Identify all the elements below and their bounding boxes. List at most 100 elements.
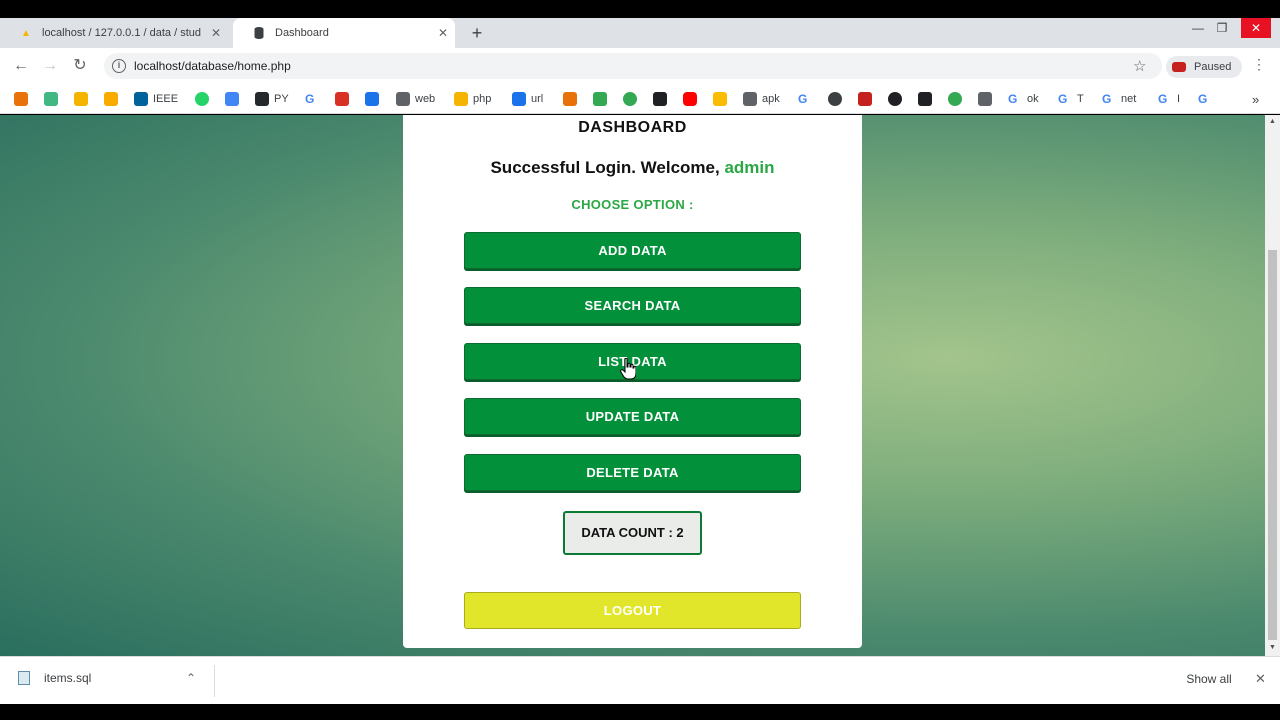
ieee-logo-icon (134, 92, 148, 106)
chevron-up-icon[interactable]: ⌃ (186, 671, 196, 685)
bookmark-item[interactable]: G (798, 90, 817, 108)
gamepad-icon (743, 92, 757, 106)
bookmark-item[interactable]: G (305, 90, 324, 108)
bookmark-item[interactable] (593, 90, 612, 108)
bookmark-item[interactable] (44, 90, 63, 108)
bookmark-item[interactable] (713, 90, 732, 108)
phpmyadmin-icon: ▲ (21, 27, 31, 39)
pen-icon-icon (225, 92, 239, 106)
bookmark-item[interactable]: php (454, 90, 491, 108)
download-shelf: items.sql ⌃ Show all ✕ (0, 656, 1280, 704)
dashboard-card: DASHBOARD Successful Login. Welcome, adm… (403, 115, 862, 648)
restore-icon[interactable]: ❐ (1207, 18, 1237, 40)
bookmark-item[interactable] (888, 90, 907, 108)
bookmark-item[interactable]: Gnet (1102, 90, 1136, 108)
bookmark-star-icon[interactable]: ☆ (1133, 57, 1146, 75)
bookmark-item[interactable] (104, 90, 123, 108)
welcome-text: Successful Login. Welcome, (490, 158, 720, 177)
bookmark-item[interactable]: G (1198, 90, 1217, 108)
bookmark-item[interactable]: IEEE (134, 90, 178, 108)
scroll-down-icon[interactable]: ▼ (1268, 644, 1277, 651)
google-g-icon: G (1058, 92, 1068, 106)
scrollbar[interactable]: ▲ ▼ (1265, 115, 1280, 656)
back-icon[interactable]: ← (10, 56, 32, 78)
hand-cursor-icon (620, 358, 636, 380)
new-tab-icon[interactable]: + (466, 18, 488, 48)
bookmark-item[interactable]: url (512, 90, 543, 108)
car-icon (593, 92, 607, 106)
bookmark-item[interactable]: web (396, 90, 435, 108)
bookmark-item[interactable] (858, 90, 877, 108)
globe-dark-icon (828, 92, 842, 106)
close-window-icon[interactable]: ✕ (1241, 18, 1271, 38)
whatsapp-icon (195, 92, 209, 106)
bookmark-label: I (1177, 93, 1181, 105)
tab-title: Dashboard (275, 27, 329, 39)
menu-icon[interactable]: ⋮ (1252, 56, 1266, 73)
cl-dark-icon (918, 92, 932, 106)
scrollbar-thumb[interactable] (1268, 250, 1277, 640)
add-data-button[interactable]: ADD DATA (464, 232, 801, 269)
bookmark-item[interactable] (978, 90, 997, 108)
bookmark-item[interactable] (335, 90, 354, 108)
bookmarks-bar: IEEE PY Gweb php url apk G Gok G T Gnet G I G» (0, 84, 1280, 114)
update-data-button[interactable]: UPDATE DATA (464, 398, 801, 435)
logout-button[interactable]: LOGOUT (464, 592, 801, 629)
file-icon (18, 671, 30, 685)
bookmark-item[interactable] (14, 90, 33, 108)
download-item[interactable]: items.sql (18, 671, 91, 685)
close-icon[interactable]: ✕ (1255, 671, 1266, 687)
bookmark-label: url (531, 93, 544, 105)
bookmark-item[interactable] (653, 90, 672, 108)
bookmark-item[interactable] (623, 90, 642, 108)
bookmark-item[interactable] (683, 90, 702, 108)
close-tab-icon[interactable]: ✕ (204, 26, 228, 40)
bookmark-item[interactable] (74, 90, 93, 108)
delete-data-button[interactable]: DELETE DATA (464, 454, 801, 491)
bookmark-item[interactable]: PY (255, 90, 289, 108)
bookmark-item[interactable]: GI (1158, 90, 1180, 108)
scroll-up-icon[interactable]: ▲ (1268, 118, 1277, 125)
bookmark-item[interactable] (225, 90, 244, 108)
google-g-icon: G (1102, 92, 1112, 106)
bookmark-label: IEEE (153, 93, 179, 105)
building-icon (512, 92, 526, 106)
screen-bottom-edge (0, 704, 1280, 720)
close-tab-icon[interactable]: ✕ (431, 26, 455, 40)
bookmark-item[interactable] (563, 90, 582, 108)
bookmark-item[interactable]: GT (1058, 90, 1084, 108)
more-bookmarks-icon[interactable]: » (1252, 90, 1259, 108)
address-bar[interactable]: i localhost/database/home.php (104, 53, 1162, 79)
bookmark-item[interactable]: apk (743, 90, 780, 108)
bookmark-item[interactable] (918, 90, 937, 108)
arrow-icon (653, 92, 667, 106)
forward-icon[interactable]: → (39, 56, 61, 78)
reload-icon[interactable]: ↻ (69, 56, 91, 78)
bookmark-item[interactable] (948, 90, 967, 108)
search-data-button[interactable]: SEARCH DATA (464, 287, 801, 324)
bookmark-label: web (415, 93, 436, 105)
bookmark-item[interactable] (828, 90, 847, 108)
bookmark-item[interactable] (365, 90, 384, 108)
tab-phpmyadmin[interactable]: ▲ localhost / 127.0.0.1 / data / stud ✕ (0, 18, 228, 48)
google-g-icon: G (1198, 92, 1208, 106)
y-letter-icon (978, 92, 992, 106)
info-icon[interactable]: i (112, 59, 126, 73)
green-circle-icon (948, 92, 962, 106)
bookmark-label: net (1121, 93, 1137, 105)
profile-status: Paused (1194, 61, 1232, 73)
bookmark-item[interactable] (195, 90, 214, 108)
globe-icon (888, 92, 902, 106)
page-viewport: DASHBOARD Successful Login. Welcome, adm… (0, 115, 1265, 656)
bookmark-item[interactable]: Gok (1008, 90, 1039, 108)
data-count-badge: DATA COUNT : 2 (563, 511, 702, 555)
tab-dashboard[interactable]: Dashboard ✕ (233, 18, 455, 48)
database-icon (251, 25, 267, 41)
download-filename: items.sql (44, 671, 92, 685)
divider (214, 665, 215, 697)
welcome-message: Successful Login. Welcome, admin (403, 158, 862, 178)
triangle-icon (365, 92, 379, 106)
v-logo-icon (44, 92, 58, 106)
show-all-button[interactable]: Show all (1176, 666, 1242, 692)
profile-button[interactable]: Paused (1166, 56, 1242, 78)
